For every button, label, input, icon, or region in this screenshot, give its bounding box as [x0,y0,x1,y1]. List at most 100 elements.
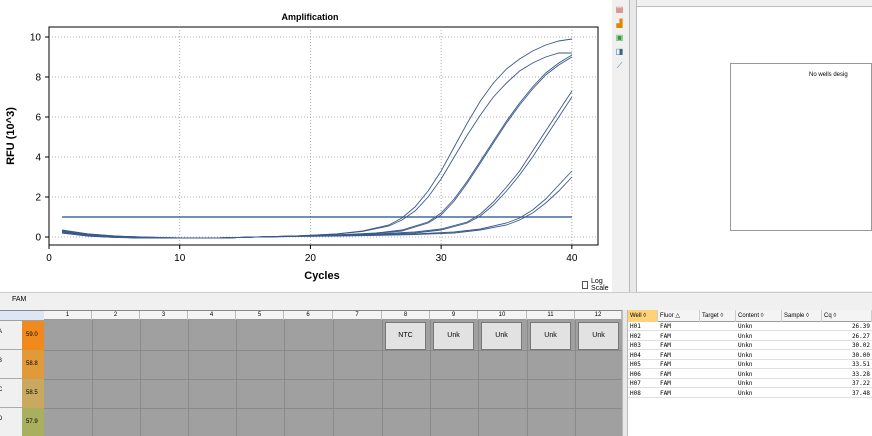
chart-toolbar: ▤ ▟ ▣ ◨ ⟋ [614,4,628,71]
table-cell-content: Unkn [738,323,753,330]
plate-column-divider [188,320,189,436]
plate-row-header-A[interactable]: A [0,321,22,350]
table-header-target[interactable]: Target ◊ [700,310,736,322]
table-cell-fluor: FAM [660,323,671,330]
table-cell-cq: 37.22 [851,380,870,387]
table-cell-target [700,360,736,369]
plate-row-header-C[interactable]: C [0,379,22,408]
plate-column-divider [140,320,141,436]
plate-column-header-11[interactable]: 11 [527,311,575,320]
table-header-cq[interactable]: Cq ◊ [822,310,872,322]
well-group-panel: No wells desig [637,6,872,291]
bar-chart-icon[interactable]: ▟ [614,18,625,29]
table-cell-content: Unkn [738,380,753,387]
x-tick-label: 0 [46,253,52,264]
y-tick-label: 8 [35,73,41,84]
gradient-temperature-D: 57.9 [22,408,44,436]
plate-well-A9[interactable]: Unk [433,322,474,350]
table-cell-content: Unkn [738,342,753,349]
table-header-sample[interactable]: Sample ◊ [782,310,822,322]
table-row[interactable]: H06 FAM Unkn 33.28 [628,370,872,379]
line-style-icon[interactable]: ⟋ [614,60,625,71]
plate-well-A11[interactable]: Unk [530,322,571,350]
plate-view: 1 2 3 4 5 6 7 8 9 10 11 12 A 59.0 B 58.8 C 58.5 D 57.9 NTC U… [0,310,622,436]
table-cell-sample [782,370,822,379]
table-cell-sample [782,332,822,341]
table-row[interactable]: H01 FAM Unkn 26.39 [628,322,872,331]
log-scale-label: Log Scale [591,278,609,292]
table-cell-sample [782,389,822,398]
plate-row-header-B[interactable]: B [0,350,22,379]
table-cell-fluor: FAM [660,370,671,378]
y-tick-label: 4 [35,153,41,164]
plate-column-divider [333,320,334,436]
plate-well-A10[interactable]: Unk [481,322,522,350]
table-row[interactable]: H03 FAM Unkn 30.02 [628,341,872,350]
app-window: Amplification Cycles RFU (10^3) 0 10 20 30 4… [0,0,872,436]
table-row[interactable]: H08 FAM Unkn 37.48 [628,389,872,398]
plate-column-divider [92,320,93,436]
plate-column-divider [284,320,285,436]
table-cell-fluor: FAM [660,389,671,397]
plate-column-header-4[interactable]: 4 [188,311,236,320]
plate-column-divider [527,320,528,436]
vertical-splitter[interactable] [629,0,637,292]
x-axis-label: Cycles [304,270,339,282]
table-row[interactable]: H07 FAM Unkn 37.22 [628,379,872,388]
y-tick-label: 0 [35,233,41,244]
plate-row-letter: C [0,387,3,393]
table-cell-sample [782,379,822,388]
table-cell-cq: 33.28 [851,370,870,378]
image-export-icon[interactable]: ▣ [614,32,625,43]
plate-column-header-5[interactable]: 5 [236,311,284,320]
log-scale-checkbox[interactable] [582,281,589,289]
copy-chart-icon[interactable]: ◨ [614,46,625,57]
table-cell-target [700,379,736,388]
plate-column-header-9[interactable]: 9 [430,311,478,320]
table-cell-cq: 37.48 [851,389,870,397]
table-cell-target [700,351,736,360]
plate-column-divider [382,320,383,436]
no-wells-box: No wells desig [730,63,872,231]
table-cell-well: H08 [630,389,641,397]
table-header-content[interactable]: Content ◊ [736,310,782,322]
table-cell-well: H02 [630,332,641,340]
log-scale-toggle[interactable]: Log Scale [582,278,612,292]
chart-title: Amplification [281,12,338,22]
plate-column-header-8[interactable]: 8 [382,311,430,320]
fluor-label: FAM [12,296,27,303]
amplification-chart-panel: Amplification Cycles RFU (10^3) 0 10 20 30 4… [0,0,612,292]
plate-column-header-6[interactable]: 6 [284,311,333,320]
table-row[interactable]: H02 FAM Unkn 26.27 [628,332,872,341]
table-cell-well: H07 [630,380,641,387]
table-cell-cq: 26.27 [851,332,870,340]
plate-column-header-10[interactable]: 10 [478,311,527,320]
table-row[interactable]: H04 FAM Unkn 30.00 [628,351,872,360]
plate-column-header-2[interactable]: 2 [92,311,140,320]
table-header-fluor[interactable]: Fluor △ [658,310,700,322]
amplification-chart[interactable]: Amplification Cycles RFU (10^3) 0 10 20 30 4… [0,0,612,292]
table-cell-well: H05 [630,361,641,368]
plate-row-letter: B [0,358,3,364]
plate-column-header-1[interactable]: 1 [44,311,92,320]
plate-well-A12[interactable]: Unk [578,322,619,350]
table-header-well[interactable]: Well ◊ [628,310,658,322]
x-tick-label: 10 [174,253,186,264]
y-axis-label: RFU (10^3) [5,107,17,165]
table-cell-fluor: FAM [660,361,671,368]
plate-column-header-7[interactable]: 7 [333,311,382,320]
graph-settings-icon[interactable]: ▤ [614,4,625,15]
table-row[interactable]: H05 FAM Unkn 33.51 [628,360,872,369]
plate-column-header-12[interactable]: 12 [575,311,622,320]
y-tick-label: 10 [30,33,42,44]
table-header: Well ◊ Fluor △ Target ◊ Content ◊ Sample ◊ Cq… [628,310,872,322]
plate-row-letter: A [0,329,3,335]
table-cell-well: H06 [630,370,641,378]
plate-column-header-3[interactable]: 3 [140,311,188,320]
plate-row-header-D[interactable]: D [0,408,22,436]
table-cell-well: H01 [630,323,641,330]
table-cell-fluor: FAM [660,380,671,387]
plate-well-A8[interactable]: NTC [385,322,426,350]
plate-row-letter: D [0,416,3,422]
table-cell-cq: 26.39 [851,323,870,330]
